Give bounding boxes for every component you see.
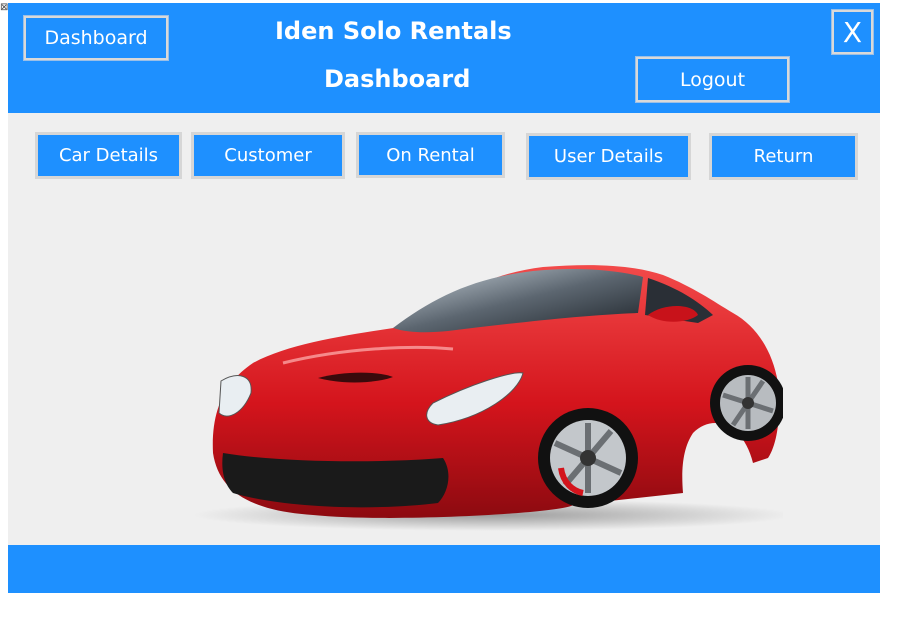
nav-user-details-button[interactable]: User Details — [526, 133, 691, 180]
dashboard-button[interactable]: Dashboard — [23, 15, 169, 61]
header-bar: Dashboard Iden Solo Rentals Dashboard Lo… — [8, 3, 880, 113]
nav-car-details-button[interactable]: Car Details — [35, 132, 182, 179]
logout-button[interactable]: Logout — [635, 56, 790, 103]
nav-on-rental-button[interactable]: On Rental — [356, 132, 505, 178]
nav-return-button[interactable]: Return — [709, 133, 858, 180]
app-title: Iden Solo Rentals — [275, 17, 512, 45]
dashboard-window: Dashboard Iden Solo Rentals Dashboard Lo… — [8, 3, 880, 593]
footer-bar — [8, 545, 880, 593]
nav-customer-button[interactable]: Customer — [191, 132, 345, 179]
car-image — [193, 253, 793, 533]
close-button[interactable]: X — [831, 9, 874, 55]
page-title: Dashboard — [324, 65, 471, 93]
